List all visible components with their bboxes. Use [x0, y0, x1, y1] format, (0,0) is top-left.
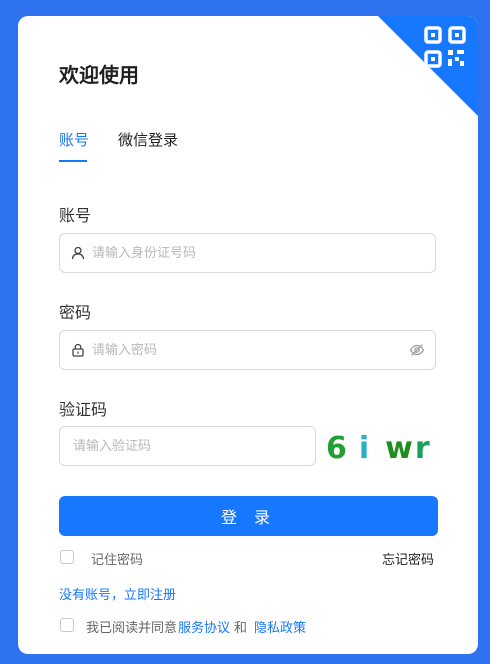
lock-icon: [71, 343, 85, 357]
login-card: 欢迎使用 账号 微信登录 账号 密码: [18, 16, 478, 654]
qr-login-toggle[interactable]: [378, 16, 478, 116]
agreement-and: 和: [234, 621, 248, 636]
service-agreement-link[interactable]: 服务协议: [178, 617, 230, 636]
remember-password-label: 记住密码: [91, 553, 144, 568]
account-field: [59, 233, 436, 273]
captcha-input[interactable]: [71, 437, 315, 455]
forgot-password-link[interactable]: 忘记密码: [382, 549, 434, 568]
register-link[interactable]: 没有账号，立即注册: [59, 584, 176, 603]
captcha-image[interactable]: 6 i w r: [326, 428, 438, 468]
captcha-label: 验证码: [59, 400, 108, 419]
page-title: 欢迎使用: [59, 63, 139, 87]
privacy-policy-link[interactable]: 隐私政策: [254, 617, 306, 636]
captcha-char: i: [358, 430, 372, 466]
account-label: 账号: [59, 206, 92, 225]
active-tab-indicator: [59, 160, 87, 162]
account-input[interactable]: [90, 244, 435, 262]
captcha-char: 6: [326, 430, 349, 466]
tab-account[interactable]: 账号: [59, 129, 89, 150]
captcha-char: w: [385, 430, 415, 466]
agreement-prefix: 我已阅读并同意: [86, 621, 178, 636]
password-label: 密码: [59, 303, 92, 322]
password-field: [59, 330, 436, 370]
remember-password-checkbox[interactable]: [60, 550, 74, 564]
user-icon: [71, 246, 85, 260]
captcha-char: r: [414, 430, 432, 466]
login-button[interactable]: 登 录: [59, 496, 438, 536]
tab-wechat-login[interactable]: 微信登录: [118, 129, 178, 150]
captcha-field: [59, 426, 316, 466]
qr-code-icon: [424, 26, 466, 68]
eye-off-icon[interactable]: [409, 342, 425, 358]
password-input[interactable]: [90, 341, 409, 359]
agreement-checkbox[interactable]: [60, 618, 74, 632]
